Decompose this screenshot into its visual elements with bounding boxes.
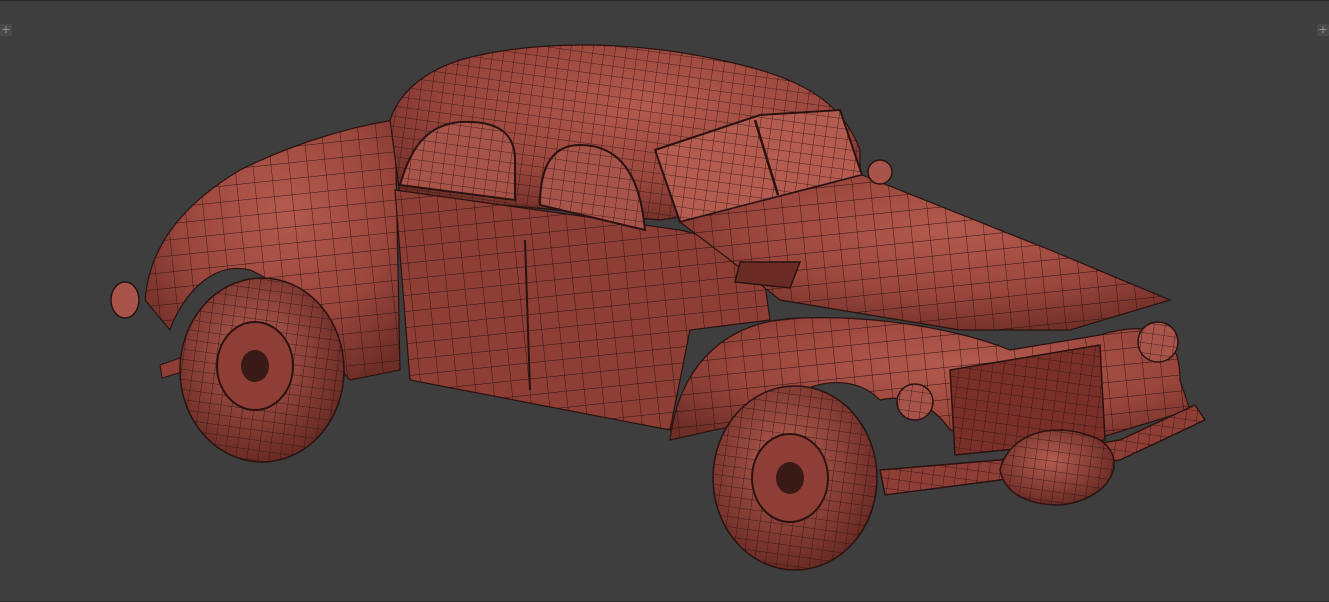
3d-viewport[interactable]: + + <box>0 0 1329 602</box>
rear-wheel <box>179 277 345 463</box>
car-wireframe-model[interactable] <box>0 0 1329 602</box>
front-wheel <box>712 385 878 571</box>
